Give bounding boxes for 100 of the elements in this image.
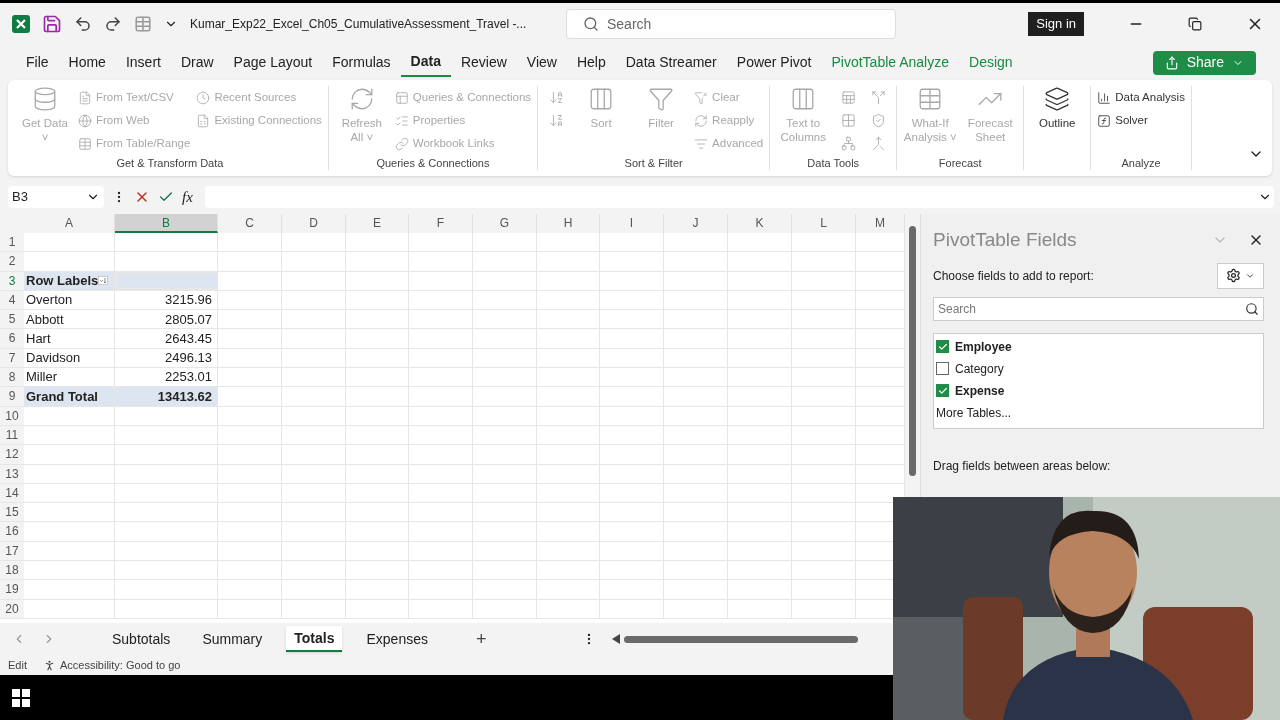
table-icon[interactable]	[134, 15, 152, 33]
ribbon-group-label: Data Tools	[806, 157, 861, 170]
row-header[interactable]: 9	[0, 387, 24, 406]
row-header[interactable]: 2	[0, 252, 24, 271]
ribbon-icon	[196, 113, 211, 128]
column-header[interactable]: I	[600, 214, 664, 233]
menu-tab[interactable]: Data	[400, 48, 451, 77]
sign-in-button[interactable]: Sign in	[1028, 12, 1084, 36]
ribbon-icon	[394, 90, 409, 105]
menu-tab[interactable]: View	[516, 48, 567, 77]
column-header[interactable]: K	[728, 214, 792, 233]
horizontal-scrollbar-thumb[interactable]	[624, 635, 858, 643]
field-checkbox[interactable]	[936, 384, 949, 397]
row-header[interactable]: 8	[0, 368, 24, 387]
row-header[interactable]: 16	[0, 522, 24, 541]
column-header[interactable]: F	[409, 214, 473, 233]
ribbon-icon	[1097, 113, 1112, 128]
sheet-tab[interactable]: Totals	[286, 626, 343, 652]
column-header[interactable]: J	[664, 214, 728, 233]
redo-icon[interactable]	[104, 15, 122, 33]
ribbon-icon	[394, 136, 409, 151]
tool-icon	[870, 113, 886, 128]
row-header[interactable]: 18	[0, 561, 24, 580]
menu-tab[interactable]: Page Layout	[223, 48, 323, 77]
formula-field[interactable]	[204, 186, 1274, 208]
menu-tab[interactable]: Power Pivot	[726, 48, 822, 77]
field-label: Employee	[955, 338, 1012, 356]
row-header[interactable]: 1	[0, 233, 24, 252]
insert-function-button[interactable]: fx	[182, 185, 193, 209]
sheet-tab[interactable]: Summary	[194, 626, 271, 652]
column-header[interactable]: H	[537, 214, 600, 233]
table-cell-text: 13413.62	[157, 387, 213, 406]
ribbon-icon	[1097, 90, 1112, 105]
scroll-left-icon[interactable]	[612, 634, 621, 644]
table-cell-text: Overton	[26, 291, 73, 310]
start-icon[interactable]	[12, 688, 30, 707]
save-icon[interactable]	[42, 14, 62, 34]
field-checkbox[interactable]	[936, 340, 949, 353]
ribbon-button[interactable]: Data Analysis	[1097, 86, 1185, 109]
table-cell-text: 2253.01	[165, 368, 213, 387]
column-header[interactable]: D	[282, 214, 346, 233]
row-header[interactable]: 19	[0, 580, 24, 599]
more-tables-link[interactable]: More Tables...	[936, 403, 1261, 422]
menu-tab[interactable]: Insert	[115, 48, 171, 77]
tool-icon	[840, 90, 856, 105]
menu-tab[interactable]: File	[16, 48, 59, 77]
row-header[interactable]: 6	[0, 329, 24, 348]
menu-tab[interactable]: Design	[959, 48, 1023, 77]
undo-icon[interactable]	[74, 15, 92, 33]
panel-prompt: Choose fields to add to report:	[933, 267, 1094, 285]
menu-tab[interactable]: PivotTable Analyze	[821, 48, 960, 77]
tool-icon	[840, 113, 856, 128]
share-button[interactable]: Share	[1152, 50, 1256, 75]
column-header[interactable]: L	[792, 214, 856, 233]
search-icon	[583, 16, 599, 32]
ribbon-group-label: Queries & Connections	[375, 157, 491, 170]
field-checkbox[interactable]	[936, 362, 949, 375]
ribbon-icon	[648, 86, 675, 112]
column-header[interactable]: C	[218, 214, 282, 233]
ribbon-group-label: Get & Transform Data	[115, 157, 225, 170]
menu-tab[interactable]: Help	[566, 48, 616, 77]
spreadsheet-app-icon	[12, 15, 30, 33]
row-header[interactable]: 5	[0, 310, 24, 329]
row-header[interactable]: 15	[0, 503, 24, 522]
menu-tab[interactable]: Review	[450, 48, 517, 77]
row-header[interactable]: 12	[0, 445, 24, 464]
tool-icon	[548, 113, 564, 128]
sheet-tab[interactable]: Subtotals	[104, 626, 179, 652]
menu-tab[interactable]: Formulas	[322, 48, 401, 77]
add-sheet-button[interactable]: +	[475, 625, 487, 653]
table-cell-text: 2496.13	[165, 349, 213, 368]
column-header[interactable]: G	[473, 214, 537, 233]
column-header[interactable]: E	[346, 214, 409, 233]
name-box[interactable]: B3	[8, 186, 104, 208]
tool-icon	[840, 136, 856, 151]
ribbon-group-label: Sort & Filter	[623, 157, 684, 170]
table-cell-text: Davidson	[26, 349, 81, 368]
search-field[interactable]: Search	[933, 296, 1264, 321]
tool-icon	[870, 136, 886, 151]
filter-dropdown-icon[interactable]	[98, 274, 108, 288]
panel-title: PivotTable Fields	[933, 228, 1077, 252]
drag-hint: Drag fields between areas below:	[933, 457, 1112, 475]
menu-tab[interactable]: Data Streamer	[615, 48, 727, 77]
vertical-scrollbar-thumb[interactable]	[909, 226, 916, 476]
menu-tab[interactable]: Home	[58, 48, 116, 77]
sheet-tab[interactable]: Expenses	[358, 626, 436, 652]
ribbon-button[interactable]: Solver	[1097, 109, 1185, 132]
check-icon	[937, 341, 948, 352]
search-field[interactable]: Search	[566, 9, 896, 39]
ribbon-group-label: Forecast	[937, 157, 983, 170]
ribbon-icon	[32, 86, 58, 112]
restore-icon[interactable]	[1188, 17, 1202, 31]
tool-icon	[548, 90, 564, 105]
field-label: Category	[955, 360, 1004, 378]
field-label: Expense	[955, 382, 1005, 400]
settings-button[interactable]	[1217, 262, 1264, 289]
ribbon-button[interactable]: Outline	[1030, 86, 1085, 130]
ribbon-icon	[394, 113, 409, 128]
menu-tab[interactable]: Draw	[170, 48, 224, 77]
accessibility-status[interactable]: Accessibility: Good to go	[42, 656, 181, 674]
